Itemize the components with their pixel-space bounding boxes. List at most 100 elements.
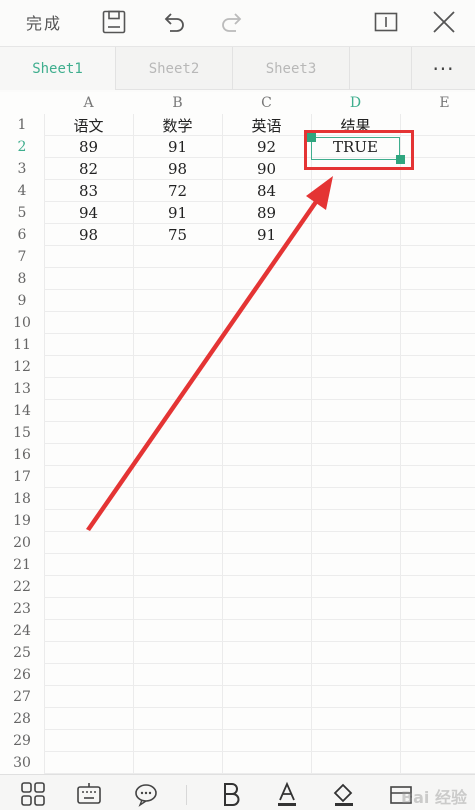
cell-b3[interactable]: 98 — [133, 158, 222, 180]
row-header-7[interactable]: 7 — [0, 246, 44, 268]
grid-line-vertical — [400, 114, 401, 774]
cell-c6[interactable]: 91 — [222, 224, 311, 246]
font-color-icon[interactable] — [272, 779, 302, 809]
row-header-9[interactable]: 9 — [0, 290, 44, 312]
cell-a1[interactable]: 语文 — [44, 114, 133, 136]
more-options-button[interactable]: ··· — [411, 47, 475, 90]
grid-line-horizontal — [44, 619, 475, 620]
grid-line-horizontal — [44, 685, 475, 686]
row-header-28[interactable]: 28 — [0, 708, 44, 730]
grid-line-horizontal — [44, 421, 475, 422]
column-header-d[interactable]: D — [311, 92, 400, 114]
grid-line-horizontal — [44, 289, 475, 290]
row-header-4[interactable]: 4 — [0, 180, 44, 202]
cell-c3[interactable]: 90 — [222, 158, 311, 180]
grid-line-horizontal — [44, 311, 475, 312]
grid-line-horizontal — [44, 377, 475, 378]
grid-line-horizontal — [44, 399, 475, 400]
row-header-5[interactable]: 5 — [0, 202, 44, 224]
row-header-25[interactable]: 25 — [0, 642, 44, 664]
row-header-24[interactable]: 24 — [0, 620, 44, 642]
column-header-e[interactable]: E — [400, 92, 475, 114]
row-header-13[interactable]: 13 — [0, 378, 44, 400]
annotation-highlight-box — [304, 130, 414, 170]
cell-a4[interactable]: 83 — [44, 180, 133, 202]
comment-icon[interactable] — [131, 779, 161, 809]
close-icon[interactable] — [426, 0, 462, 44]
grid-line-horizontal — [44, 575, 475, 576]
grid-line-horizontal — [44, 751, 475, 752]
cell-a5[interactable]: 94 — [44, 202, 133, 224]
redo-icon[interactable] — [214, 0, 250, 44]
cell-a2[interactable]: 89 — [44, 136, 133, 158]
row-header-23[interactable]: 23 — [0, 598, 44, 620]
grid-line-horizontal — [44, 333, 475, 334]
row-header-8[interactable]: 8 — [0, 268, 44, 290]
watermark: Bai 经验 — [400, 788, 467, 807]
cell-a3[interactable]: 82 — [44, 158, 133, 180]
tab-sheet3[interactable]: Sheet3 — [233, 47, 350, 90]
cell-c1[interactable]: 英语 — [222, 114, 311, 136]
toolbar-divider — [186, 785, 187, 805]
row-header-22[interactable]: 22 — [0, 576, 44, 598]
grid-line-horizontal — [44, 531, 475, 532]
row-header-26[interactable]: 26 — [0, 664, 44, 686]
column-header-b[interactable]: B — [133, 92, 222, 114]
top-toolbar: 完成 — [0, 0, 475, 44]
cell-a6[interactable]: 98 — [44, 224, 133, 246]
row-header-15[interactable]: 15 — [0, 422, 44, 444]
row-header-1[interactable]: 1 — [0, 114, 44, 136]
grid-line-horizontal — [44, 663, 475, 664]
row-header-20[interactable]: 20 — [0, 532, 44, 554]
grid-line-horizontal — [44, 553, 475, 554]
grid-line-horizontal — [44, 509, 475, 510]
cell-b2[interactable]: 91 — [133, 136, 222, 158]
bottom-toolbar: Bai 经验 — [0, 774, 475, 810]
tab-sheet2[interactable]: Sheet2 — [116, 47, 233, 90]
keyboard-icon[interactable] — [74, 779, 104, 809]
grid-line-horizontal — [44, 487, 475, 488]
undo-icon[interactable] — [156, 0, 192, 44]
grid-line-horizontal — [44, 465, 475, 466]
grid-line-vertical — [311, 114, 312, 774]
row-header-11[interactable]: 11 — [0, 334, 44, 356]
cell-b4[interactable]: 72 — [133, 180, 222, 202]
grid-line-horizontal — [44, 641, 475, 642]
cell-b6[interactable]: 75 — [133, 224, 222, 246]
grid-line-horizontal — [44, 267, 475, 268]
column-header-c[interactable]: C — [222, 92, 311, 114]
row-header-16[interactable]: 16 — [0, 444, 44, 466]
row-header-14[interactable]: 14 — [0, 400, 44, 422]
grid-line-horizontal — [44, 707, 475, 708]
column-header-a[interactable]: A — [44, 92, 133, 114]
row-header-27[interactable]: 27 — [0, 686, 44, 708]
spreadsheet-grid[interactable]: A B C D E 1 2 3 4 5 6 7 8 9 10 11 12 13 14 15 16 17 18 19 20 21 22… — [0, 92, 475, 774]
tab-sheet1[interactable]: Sheet1 — [0, 47, 116, 90]
cell-b5[interactable]: 91 — [133, 202, 222, 224]
bold-icon[interactable] — [216, 779, 246, 809]
grid-line-horizontal — [44, 597, 475, 598]
row-header-10[interactable]: 10 — [0, 312, 44, 334]
fullscreen-icon[interactable] — [368, 0, 404, 44]
row-header-30[interactable]: 30 — [0, 752, 44, 774]
row-header-18[interactable]: 18 — [0, 488, 44, 510]
grid-line-horizontal — [44, 443, 475, 444]
row-header-12[interactable]: 12 — [0, 356, 44, 378]
done-button[interactable]: 完成 — [14, 0, 74, 44]
row-header-3[interactable]: 3 — [0, 158, 44, 180]
cell-c5[interactable]: 89 — [222, 202, 311, 224]
cell-c2[interactable]: 92 — [222, 136, 311, 158]
cell-c4[interactable]: 84 — [222, 180, 311, 202]
row-header-19[interactable]: 19 — [0, 510, 44, 532]
grid-line-horizontal — [44, 729, 475, 730]
save-icon[interactable] — [96, 0, 132, 44]
apps-icon[interactable] — [18, 779, 48, 809]
row-header-2[interactable]: 2 — [0, 136, 44, 158]
row-header-21[interactable]: 21 — [0, 554, 44, 576]
cell-b1[interactable]: 数学 — [133, 114, 222, 136]
row-header-6[interactable]: 6 — [0, 224, 44, 246]
row-header-29[interactable]: 29 — [0, 730, 44, 752]
row-header-17[interactable]: 17 — [0, 466, 44, 488]
sheet-tabs: Sheet1 Sheet2 Sheet3 ··· — [0, 46, 475, 90]
fill-icon[interactable] — [329, 779, 359, 809]
